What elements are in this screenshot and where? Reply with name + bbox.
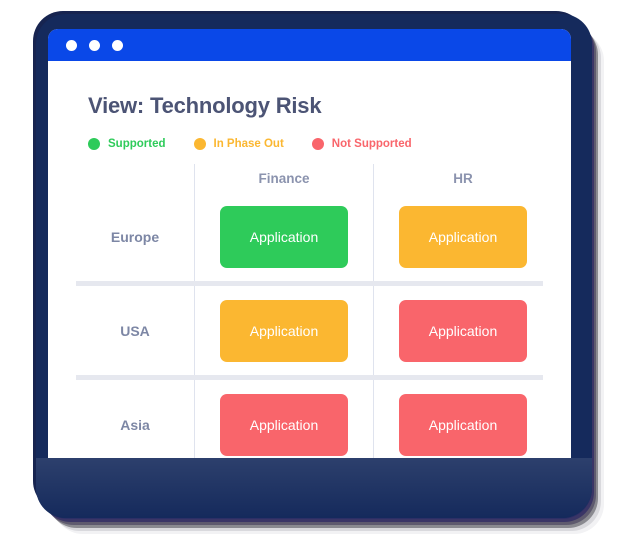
table-row: Asia Application Application <box>76 380 543 469</box>
matrix-column-header-finance: Finance <box>194 164 373 192</box>
risk-matrix: Finance HR Europe Application Applicatio… <box>48 164 571 469</box>
legend-label-not-supported: Not Supported <box>331 138 412 150</box>
application-chip[interactable]: Application <box>399 299 527 362</box>
device-frame-bottom-sheen <box>36 458 592 518</box>
matrix-column-header-hr: HR <box>373 164 552 192</box>
matrix-row-label-asia: Asia <box>120 416 150 433</box>
matrix-cell-asia-hr[interactable]: Application <box>373 380 552 469</box>
legend-label-in-phase-out: In Phase Out <box>213 138 284 150</box>
matrix-cell-europe-hr[interactable]: Application <box>373 192 552 281</box>
page-content: View: Technology Risk Supported In Phase… <box>48 61 571 491</box>
table-row: Europe Application Application <box>76 192 543 281</box>
application-chip[interactable]: Application <box>220 205 348 268</box>
legend-item-not-supported[interactable]: Not Supported <box>311 138 412 150</box>
window-dot-maximize-icon[interactable] <box>112 39 123 51</box>
legend-item-in-phase-out[interactable]: In Phase Out <box>193 138 284 150</box>
matrix-header-row: Finance HR <box>76 164 543 192</box>
matrix-body: Europe Application Application USA Appli… <box>76 192 543 469</box>
table-row: USA Application Application <box>76 286 543 375</box>
application-chip[interactable]: Application <box>399 393 527 456</box>
matrix-row-label-usa: USA <box>120 322 150 339</box>
application-chip[interactable]: Application <box>220 299 348 362</box>
browser-titlebar <box>48 29 571 61</box>
matrix-cell-europe-finance[interactable]: Application <box>194 192 373 281</box>
window-dot-minimize-icon[interactable] <box>89 39 100 51</box>
window-dot-close-icon[interactable] <box>66 39 77 51</box>
browser-window: View: Technology Risk Supported In Phase… <box>48 29 571 491</box>
status-legend: Supported In Phase Out Not Supported <box>48 119 571 150</box>
matrix-row-label-europe: Europe <box>110 228 160 245</box>
page-title: View: Technology Risk <box>88 93 322 118</box>
status-dot-icon-in-phase-out <box>193 138 206 150</box>
matrix-cell-asia-finance[interactable]: Application <box>194 380 373 469</box>
matrix-corner-cell <box>76 164 194 192</box>
status-dot-icon-supported <box>88 138 100 150</box>
application-chip[interactable]: Application <box>399 205 527 268</box>
legend-label-supported: Supported <box>108 138 166 150</box>
matrix-cell-usa-finance[interactable]: Application <box>194 286 373 375</box>
status-dot-icon-not-supported <box>311 138 324 150</box>
matrix-cell-usa-hr[interactable]: Application <box>373 286 552 375</box>
legend-item-supported[interactable]: Supported <box>88 138 166 150</box>
application-chip[interactable]: Application <box>220 393 348 456</box>
screenshot-stage: View: Technology Risk Supported In Phase… <box>0 0 619 556</box>
